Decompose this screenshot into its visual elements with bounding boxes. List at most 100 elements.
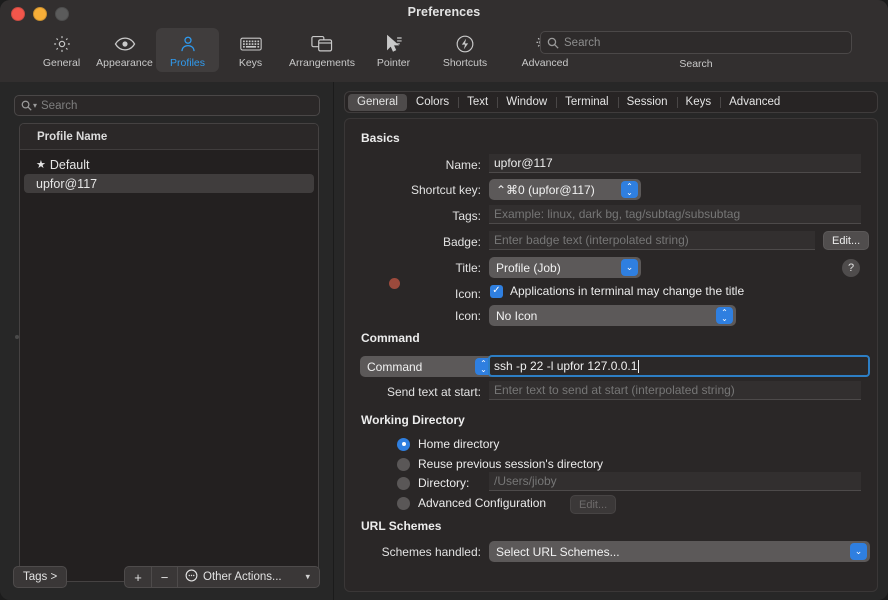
send-text-at-start-label: Send text at start: — [386, 385, 481, 399]
badge-edit-button[interactable]: Edit... — [823, 231, 870, 250]
tags-input[interactable]: Example: linux, dark bg, tag/subtag/subs… — [489, 205, 861, 224]
text-caret — [638, 359, 640, 373]
radio-label: Directory: — [418, 476, 470, 490]
radio-button-icon — [397, 476, 410, 490]
tab-label: Keys — [685, 96, 712, 108]
remove-profile-button[interactable]: − — [152, 567, 178, 587]
toolbar-search-caption: Search — [679, 58, 713, 70]
radio-advanced-configuration[interactable]: Advanced Configuration — [397, 496, 546, 510]
modified-indicator-dot — [389, 278, 400, 289]
icon-label: Icon: — [454, 309, 481, 323]
profile-name: upfor@117 — [36, 176, 98, 191]
toolbar-item-keys[interactable]: Keys — [219, 28, 282, 72]
section-title-url-schemes: URL Schemes — [361, 519, 442, 533]
toolbar-item-appearance[interactable]: Appearance — [93, 28, 156, 72]
tab-session[interactable]: Session — [617, 94, 677, 111]
section-title-basics: Basics — [361, 131, 400, 145]
directory-input[interactable]: /Users/jioby — [489, 472, 861, 491]
badge-label: Badge: — [442, 235, 481, 249]
other-actions-button[interactable]: Other Actions... ▾ — [178, 567, 319, 587]
toolbar-search-field[interactable]: Search — [540, 31, 852, 54]
profile-search-input[interactable]: ▾ Search — [14, 95, 320, 116]
radio-home-directory[interactable]: Home directory — [397, 437, 499, 451]
tab-advanced[interactable]: Advanced — [720, 94, 789, 111]
toolbar-item-label: Arrangements — [289, 57, 355, 69]
search-icon — [547, 37, 559, 49]
toolbar-item-label: Shortcuts — [442, 57, 488, 69]
radio-label: Reuse previous session's directory — [418, 457, 604, 471]
checkmark-icon: ✓ — [490, 284, 503, 298]
send-text-placeholder: Enter text to send at start (interpolate… — [494, 383, 735, 397]
advanced-edit-label: Edit... — [579, 498, 608, 511]
command-input[interactable]: ssh -p 22 -l upfor 127.0.0.1 — [488, 355, 870, 377]
profile-actions-group: + − Other Actions... ▾ — [124, 566, 320, 588]
tab-text[interactable]: Text — [458, 94, 497, 111]
toolbar-item-label: Appearance — [96, 57, 153, 69]
radio-reuse-previous-session[interactable]: Reuse previous session's directory — [397, 457, 603, 471]
chevron-down-icon: ⌄ — [621, 259, 638, 276]
preferences-window: Preferences General Appearance Profiles … — [0, 0, 888, 600]
directory-placeholder: /Users/jioby — [494, 474, 557, 488]
section-title-working-directory: Working Directory — [361, 413, 465, 427]
windows-icon — [311, 33, 333, 55]
command-value: ssh -p 22 -l upfor 127.0.0.1 — [494, 359, 638, 373]
add-profile-button[interactable]: + — [125, 567, 152, 587]
gear-icon — [52, 33, 72, 55]
tab-window[interactable]: Window — [497, 94, 556, 111]
toolbar-item-label: General — [42, 57, 81, 69]
list-item[interactable]: upfor@117 — [24, 174, 314, 193]
badge-input[interactable]: Enter badge text (interpolated string) — [489, 231, 815, 250]
advanced-configuration-edit-button[interactable]: Edit... — [570, 495, 617, 514]
add-profile-label: + — [134, 569, 142, 585]
radio-directory[interactable]: Directory: — [397, 476, 469, 490]
chevron-down-icon[interactable]: ▾ — [33, 101, 37, 110]
tab-label: Text — [467, 96, 489, 108]
tab-label: Terminal — [565, 96, 609, 108]
general-settings-panel: Basics Name: upfor@117 Shortcut key: ⌃⌘0… — [344, 118, 878, 592]
content-area: ▾ Search Profile Name ★ Default upfor@11… — [0, 82, 888, 600]
schemes-handled-popup[interactable]: Select URL Schemes... ⌄ — [489, 541, 870, 562]
toolbar-item-arrangements[interactable]: Arrangements — [282, 28, 362, 72]
icon-popup[interactable]: No Icon ⌃ ⌄ — [489, 305, 736, 326]
command-type-popup[interactable]: Command ⌃ ⌄ — [360, 356, 495, 377]
remove-profile-label: − — [160, 569, 169, 585]
up-down-arrows-icon: ⌃ ⌄ — [716, 307, 733, 324]
name-input[interactable]: upfor@117 — [489, 154, 861, 173]
toolbar-item-general[interactable]: General — [30, 28, 93, 72]
person-icon — [178, 33, 198, 55]
name-label: Name: — [445, 158, 481, 172]
tab-general[interactable]: General — [348, 93, 407, 111]
tab-terminal[interactable]: Terminal — [556, 94, 617, 111]
eye-icon — [114, 33, 136, 55]
tags-button[interactable]: Tags > — [13, 566, 68, 588]
toolbar-item-profiles[interactable]: Profiles — [156, 28, 219, 72]
profile-list: Profile Name ★ Default upfor@117 — [19, 123, 319, 582]
tab-keys[interactable]: Keys — [676, 94, 721, 111]
help-label: ? — [847, 262, 855, 274]
list-item[interactable]: ★ Default — [24, 155, 314, 174]
keyboard-icon — [239, 33, 262, 55]
radio-button-icon — [397, 496, 410, 510]
sidebar-bottom-bar: Tags > + − Other Actions... ▾ — [0, 566, 333, 590]
toolbar-item-label: Keys — [238, 57, 263, 69]
column-header-profile-name: Profile Name — [37, 130, 108, 143]
shortcut-key-label: Shortcut key: — [410, 183, 481, 197]
title-popup[interactable]: Profile (Job) ⌄ — [489, 257, 641, 278]
apps-may-change-title-checkbox[interactable]: ✓ Applications in terminal may change th… — [490, 284, 744, 298]
radio-label: Home directory — [418, 437, 500, 451]
tab-label: Session — [626, 96, 668, 108]
radio-button-icon — [397, 457, 410, 471]
chevron-down-icon: ⌄ — [850, 543, 867, 560]
shortcut-key-popup[interactable]: ⌃⌘0 (upfor@117) ⌃ ⌄ — [489, 179, 641, 200]
profile-list-header: Profile Name — [20, 124, 318, 150]
title-help-button[interactable]: ? — [842, 259, 860, 277]
cursor-icon — [384, 33, 404, 55]
toolbar-item-pointer[interactable]: Pointer — [362, 28, 425, 72]
tab-colors[interactable]: Colors — [407, 94, 458, 111]
send-text-at-start-input[interactable]: Enter text to send at start (interpolate… — [489, 381, 861, 400]
title-bar: Preferences — [0, 0, 888, 26]
toolbar-item-shortcuts[interactable]: Shortcuts — [425, 28, 505, 72]
name-value: upfor@117 — [494, 156, 553, 170]
tab-label: Advanced — [729, 96, 781, 108]
apps-may-change-title-label: Applications in terminal may change the … — [510, 284, 745, 298]
